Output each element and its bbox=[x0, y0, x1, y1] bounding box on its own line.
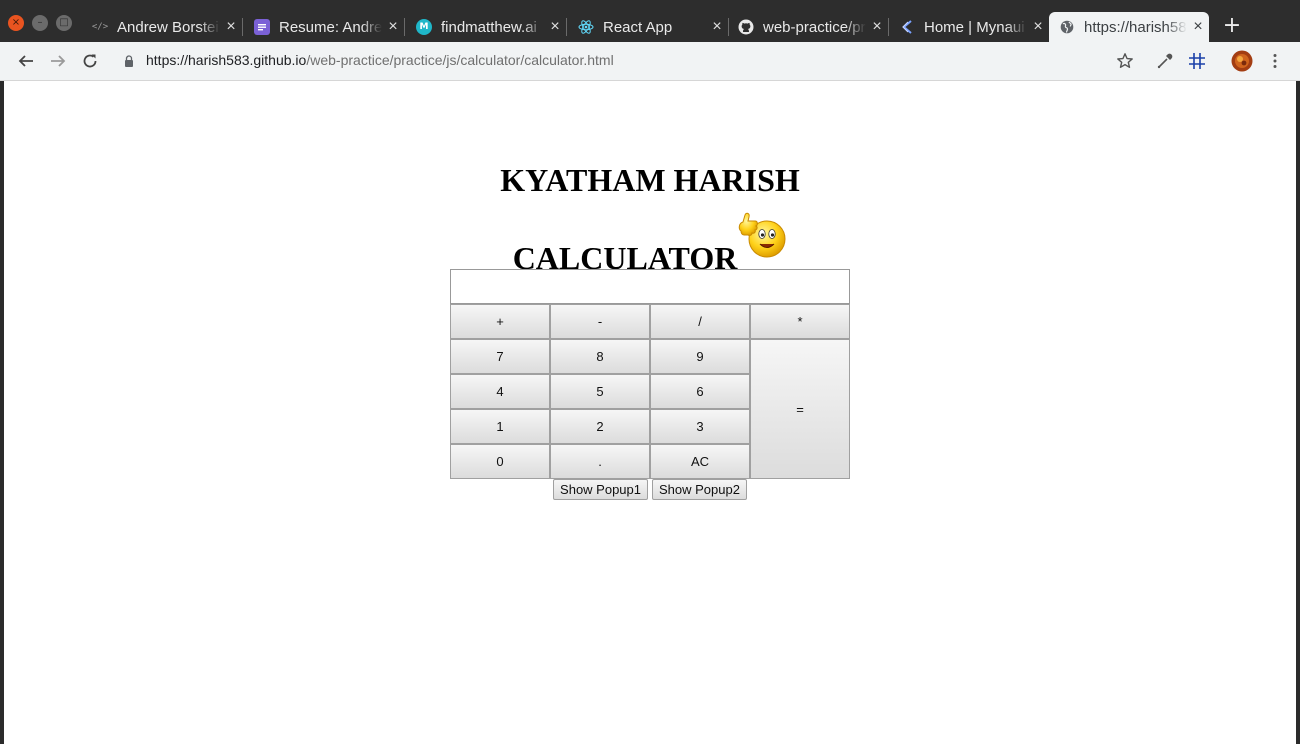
react-icon bbox=[578, 19, 594, 35]
popup-button-row: Show Popup1 Show Popup2 bbox=[450, 479, 850, 500]
tab-findmatthew[interactable]: M findmatthew.ai × bbox=[406, 12, 567, 42]
browser-toolbar: https://harish583.github.io/web-practice… bbox=[0, 42, 1300, 81]
digit-0-button[interactable]: 0 bbox=[450, 444, 550, 479]
reload-icon bbox=[83, 54, 97, 68]
globe-icon bbox=[1059, 19, 1075, 35]
url-host: https://harish583.github.io bbox=[146, 52, 307, 68]
close-icon: × bbox=[11, 17, 21, 28]
tab-close-icon[interactable]: × bbox=[1187, 18, 1209, 36]
window-maximize-button[interactable]: □ bbox=[56, 15, 72, 31]
eyedropper-extension-button[interactable] bbox=[1154, 50, 1176, 72]
reload-button[interactable] bbox=[79, 50, 101, 72]
tab-github[interactable]: web-practice/practice × bbox=[728, 12, 889, 42]
minus-button[interactable]: - bbox=[550, 304, 650, 339]
back-arrow-icon bbox=[18, 55, 33, 67]
divide-button[interactable]: / bbox=[650, 304, 750, 339]
digit-6-button[interactable]: 6 bbox=[650, 374, 750, 409]
decimal-point-button[interactable]: . bbox=[550, 444, 650, 479]
profile-avatar-button[interactable] bbox=[1231, 50, 1253, 72]
browser-menu-button[interactable] bbox=[1264, 50, 1286, 72]
tab-title: Home | Mynaui bbox=[924, 18, 1025, 36]
tab-title: Resume: Andrew bbox=[279, 18, 382, 36]
kebab-menu-icon bbox=[1273, 54, 1277, 68]
tab-close-icon[interactable]: × bbox=[220, 18, 242, 36]
tab-title: Andrew Borstein bbox=[117, 18, 220, 36]
address-bar-url[interactable]: https://harish583.github.io/web-practice… bbox=[146, 52, 614, 68]
star-icon bbox=[1117, 53, 1133, 68]
tab-title: https://harish583.github.io bbox=[1084, 18, 1187, 36]
mynaui-icon bbox=[899, 19, 915, 35]
tab-resume[interactable]: Resume: Andrew × bbox=[244, 12, 405, 42]
digit-4-button[interactable]: 4 bbox=[450, 374, 550, 409]
tab-react-app[interactable]: React App × bbox=[568, 12, 729, 42]
digit-8-button[interactable]: 8 bbox=[550, 339, 650, 374]
tab-andrew-borstein[interactable]: </> Andrew Borstein × bbox=[82, 12, 243, 42]
github-icon bbox=[738, 19, 754, 35]
digit-9-button[interactable]: 9 bbox=[650, 339, 750, 374]
tab-close-icon[interactable]: × bbox=[544, 18, 566, 36]
equals-button[interactable]: = bbox=[750, 339, 850, 479]
tab-title: web-practice/practice bbox=[763, 18, 866, 36]
show-popup2-button[interactable]: Show Popup2 bbox=[652, 479, 747, 500]
tab-close-icon[interactable]: × bbox=[382, 18, 404, 36]
document-icon bbox=[254, 19, 270, 35]
page-viewport: KYATHAM HARISH CALCULATOR + - / * 7 8 9 … bbox=[4, 81, 1296, 744]
forward-button[interactable] bbox=[47, 50, 69, 72]
calculator-keypad: + - / * 7 8 9 = 4 5 6 1 2 3 0 . AC bbox=[450, 304, 850, 479]
window-minimize-button[interactable]: – bbox=[32, 15, 48, 31]
digit-3-button[interactable]: 3 bbox=[650, 409, 750, 444]
minimize-icon: – bbox=[37, 17, 43, 28]
multiply-button[interactable]: * bbox=[750, 304, 850, 339]
maximize-icon: □ bbox=[59, 17, 69, 28]
tab-strip: × – □ </> Andrew Borstein × Resume: Andr… bbox=[0, 0, 1300, 42]
grid-extension-button[interactable] bbox=[1186, 50, 1208, 72]
digit-7-button[interactable]: 7 bbox=[450, 339, 550, 374]
digit-5-button[interactable]: 5 bbox=[550, 374, 650, 409]
window-close-button[interactable]: × bbox=[8, 15, 24, 31]
plus-icon: + bbox=[1222, 13, 1242, 38]
show-popup1-button[interactable]: Show Popup1 bbox=[553, 479, 648, 500]
new-tab-button[interactable]: + bbox=[1220, 14, 1244, 38]
digit-2-button[interactable]: 2 bbox=[550, 409, 650, 444]
url-path: /web-practice/practice/js/calculator/cal… bbox=[306, 52, 614, 68]
back-button[interactable] bbox=[15, 50, 37, 72]
all-clear-button[interactable]: AC bbox=[650, 444, 750, 479]
thumbs-up-smiley-icon bbox=[739, 212, 786, 258]
tab-active-harish[interactable]: https://harish583.github.io × bbox=[1049, 12, 1209, 42]
grid-ruler-icon bbox=[1189, 53, 1205, 69]
m-logo-icon: M bbox=[416, 19, 432, 35]
bookmark-star-button[interactable] bbox=[1114, 50, 1136, 72]
calculator-display[interactable] bbox=[450, 269, 850, 304]
title-line-name: KYATHAM HARISH bbox=[500, 162, 800, 198]
tab-close-icon[interactable]: × bbox=[866, 18, 888, 36]
tab-title: findmatthew.ai bbox=[441, 18, 537, 36]
avatar bbox=[1231, 50, 1253, 72]
calculator: + - / * 7 8 9 = 4 5 6 1 2 3 0 . AC Show … bbox=[450, 269, 850, 500]
digit-1-button[interactable]: 1 bbox=[450, 409, 550, 444]
page-title: KYATHAM HARISH CALCULATOR bbox=[4, 151, 1296, 287]
tab-mynaui[interactable]: Home | Mynaui × bbox=[889, 12, 1049, 42]
eyedropper-icon bbox=[1157, 53, 1173, 69]
lock-icon[interactable] bbox=[124, 55, 134, 67]
code-icon: </> bbox=[91, 22, 109, 32]
tab-close-icon[interactable]: × bbox=[706, 18, 728, 36]
forward-arrow-icon bbox=[51, 55, 66, 67]
tab-title: React App bbox=[603, 18, 673, 36]
plus-button[interactable]: + bbox=[450, 304, 550, 339]
tab-close-icon[interactable]: × bbox=[1027, 18, 1049, 36]
